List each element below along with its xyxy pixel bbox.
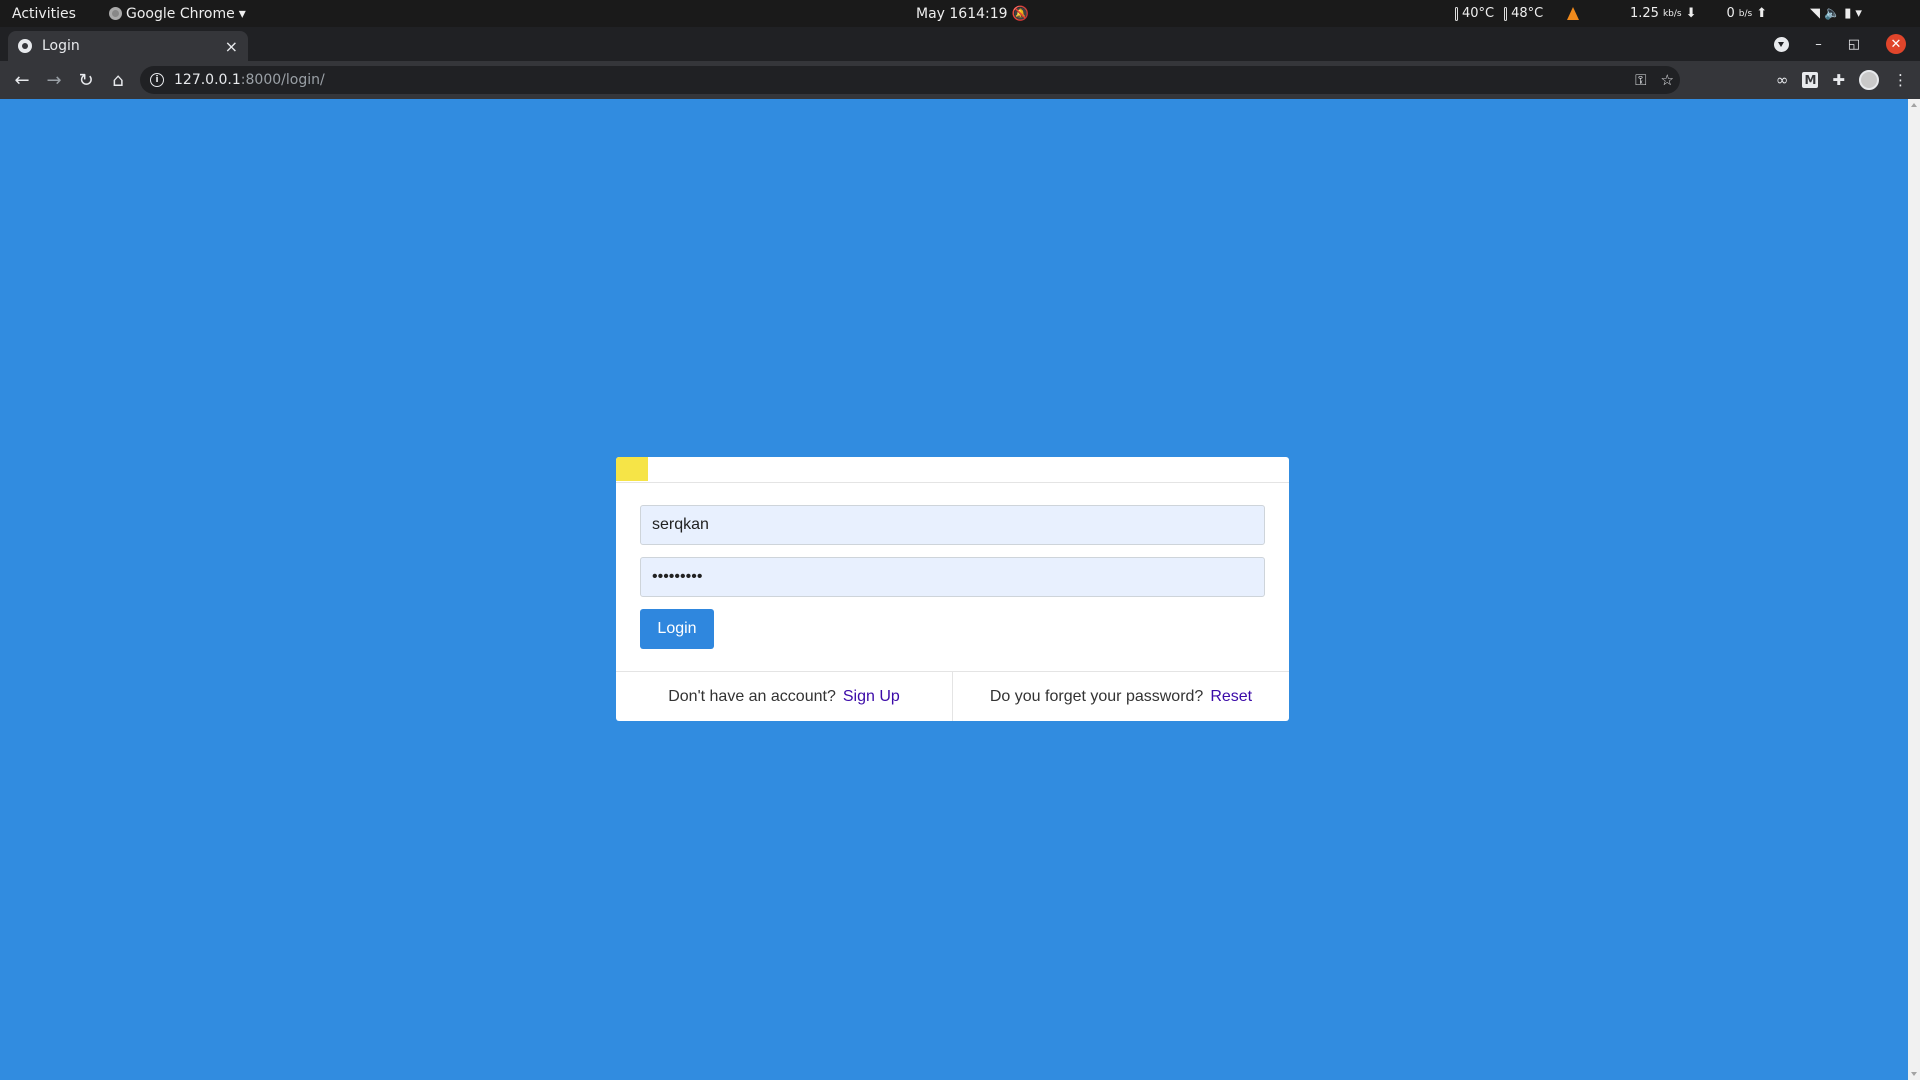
url-path: :8000/login/ [240, 72, 325, 88]
url-host: 127.0.0.1 [174, 72, 241, 88]
app-menu[interactable]: Google Chrome ▾ [109, 0, 246, 27]
temperature-2: 48°C [1511, 6, 1544, 21]
reset-link[interactable]: Reset [1210, 688, 1252, 706]
close-tab-icon[interactable]: × [225, 37, 238, 56]
signup-link[interactable]: Sign Up [843, 688, 900, 706]
restore-button[interactable]: ◱ [1848, 37, 1860, 52]
thermometer-icon [1504, 6, 1508, 21]
thermometer-icon [1455, 6, 1458, 21]
page-scrollbar[interactable] [1908, 99, 1920, 1080]
net-up-unit: b/s [1738, 8, 1753, 19]
clock-date: May 16 [916, 5, 968, 22]
notifications-off-icon: 🔕 [1011, 5, 1030, 22]
tab-title: Login [42, 38, 80, 54]
system-menu[interactable]: ◥ 🔈 ▮ ▾ [1810, 0, 1862, 27]
net-down-value: 1.25 [1630, 6, 1659, 21]
close-window-button[interactable]: ✕ [1886, 34, 1906, 54]
minimize-button[interactable]: – [1815, 37, 1822, 52]
puzzle-extensions-icon[interactable]: ✚ [1832, 71, 1845, 89]
clock-time: 14:19 [967, 5, 1008, 22]
back-icon[interactable]: ← [6, 70, 38, 91]
vlc-icon[interactable] [1567, 7, 1580, 20]
extensions-area: ∞ M ✚ ⋮ [1776, 61, 1908, 99]
volume-icon: 🔈 [1824, 6, 1841, 21]
system-top-bar: Activities Google Chrome ▾ May 16 14:19 … [0, 0, 1920, 27]
app-name: Google Chrome [126, 5, 235, 22]
forward-icon[interactable]: → [38, 70, 70, 91]
net-down-unit: kb/s [1662, 8, 1682, 19]
chrome-icon [109, 7, 122, 20]
clock[interactable]: May 16 14:19 🔕 [916, 0, 1029, 27]
glasses-extension-icon[interactable]: ∞ [1776, 71, 1789, 89]
net-up-value: 0 [1726, 6, 1735, 21]
tab-search-icon[interactable] [1774, 36, 1790, 52]
card-header [616, 457, 1289, 483]
signup-section: Don't have an account? Sign Up [616, 672, 952, 721]
reload-icon[interactable]: ↻ [70, 70, 102, 91]
chevron-down-icon: ▾ [1855, 6, 1862, 21]
login-button[interactable]: Login [640, 609, 714, 649]
card-footer: Don't have an account? Sign Up Do you fo… [616, 671, 1289, 721]
activities-label: Activities [12, 5, 76, 22]
sensor-indicator[interactable]: 40°C 48°C [1455, 0, 1580, 27]
password-input[interactable] [640, 557, 1265, 597]
kebab-menu-icon[interactable]: ⋮ [1893, 71, 1908, 89]
bookmark-star-icon[interactable]: ☆ [1661, 71, 1674, 89]
profile-avatar[interactable] [1859, 70, 1879, 90]
temperature-1: 40°C [1462, 6, 1495, 21]
window-controls: – ◱ ✕ [1774, 27, 1906, 61]
username-input[interactable] [640, 505, 1265, 545]
chevron-down-icon: ▾ [238, 5, 246, 22]
scroll-up-icon[interactable] [1911, 103, 1917, 107]
site-info-icon[interactable]: i [150, 73, 164, 87]
activities-button[interactable]: Activities [12, 0, 76, 27]
scroll-down-icon[interactable] [1911, 1072, 1917, 1076]
browser-toolbar: ← → ↻ ⌂ i 127.0.0.1:8000/login/ ⚿ ☆ ∞ M … [0, 61, 1920, 99]
upload-arrow-icon: ⬆ [1756, 6, 1768, 21]
home-icon[interactable]: ⌂ [102, 70, 134, 91]
wifi-icon: ◥ [1810, 6, 1820, 21]
m-extension-icon[interactable]: M [1802, 72, 1819, 88]
address-bar[interactable]: i 127.0.0.1:8000/login/ ⚿ ☆ [140, 66, 1680, 94]
battery-icon: ▮ [1844, 6, 1852, 21]
login-form: Login [616, 483, 1289, 649]
reset-prompt: Do you forget your password? [989, 687, 1204, 705]
tab-login[interactable]: Login × [8, 31, 248, 61]
tab-strip: Login × + [0, 27, 1920, 81]
globe-icon [18, 39, 32, 53]
signup-prompt: Don't have an account? [668, 687, 836, 705]
reset-section: Do you forget your password? Reset [952, 672, 1289, 721]
download-arrow-icon: ⬇ [1685, 6, 1697, 21]
header-badge [616, 457, 648, 481]
key-icon[interactable]: ⚿ [1635, 71, 1646, 89]
network-speed-indicator[interactable]: 1.25 kb/s ⬇ 0 b/s ⬆ [1630, 0, 1767, 27]
login-card: Login Don't have an account? Sign Up Do … [616, 457, 1289, 721]
